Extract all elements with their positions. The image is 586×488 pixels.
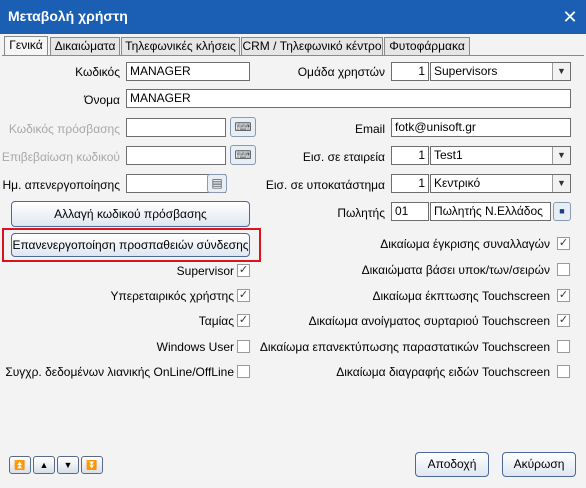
window-title: Μεταβολή χρήστη xyxy=(8,8,128,24)
name-label: Όνομα xyxy=(84,93,120,107)
touchscreen-discount-label: Δικαίωμα έκπτωσης Touchscreen xyxy=(372,289,551,303)
touchscreen-reprint-label: Δικαίωμα επανεκτύπωσης παραστατικών Touc… xyxy=(259,340,550,354)
password-input[interactable] xyxy=(126,118,226,137)
cancel-button[interactable]: Ακύρωση xyxy=(502,452,576,477)
branch-label: Εισ. σε υποκατάστημα xyxy=(265,178,385,192)
super-company-user-label: Υπερεταιρικός χρήστης xyxy=(110,289,234,303)
branch-series-rights-label: Δικαιώματα βάσει υποκ/των/σειρών xyxy=(361,263,550,277)
approve-transactions-label: Δικαίωμα έγκρισης συναλλαγών xyxy=(380,237,550,251)
approve-transactions-checkbox[interactable]: ✓ xyxy=(557,237,570,250)
accept-button[interactable]: Αποδοχή xyxy=(415,452,489,477)
chevron-down-icon[interactable]: ▼ xyxy=(552,63,570,80)
tab-panel-border xyxy=(2,55,584,56)
branch-series-rights-checkbox[interactable] xyxy=(557,263,570,276)
keyboard-icon[interactable]: ⌨ xyxy=(230,145,256,165)
code-input[interactable]: MANAGER xyxy=(126,62,250,81)
deactivation-date-label: Ημ. απενεργοποίησης xyxy=(2,178,120,192)
company-label: Εισ. σε εταιρεία xyxy=(302,150,385,164)
last-record-icon[interactable]: ⏬ xyxy=(81,456,103,474)
email-label: Email xyxy=(354,122,385,136)
seller-name[interactable]: Πωλητής Ν.Ελλάδος xyxy=(430,202,551,221)
touchscreen-delete-items-label: Δικαίωμα διαγραφής ειδών Touchscreen xyxy=(336,365,550,379)
password-label: Κωδικός πρόσβασης xyxy=(8,122,120,136)
calendar-icon[interactable]: ▤ xyxy=(207,174,227,193)
company-value: Test1 xyxy=(434,148,463,162)
change-password-button[interactable]: Αλλαγή κωδικού πρόσβασης xyxy=(11,201,250,227)
touchscreen-drawer-checkbox[interactable]: ✓ xyxy=(557,314,570,327)
previous-record-icon[interactable]: ▲ xyxy=(33,456,55,474)
tab-pesticides[interactable]: Φυτοφάρμακα xyxy=(384,37,470,55)
retail-sync-checkbox[interactable] xyxy=(237,365,250,378)
chevron-down-icon[interactable]: ▼ xyxy=(552,147,570,164)
user-edit-window: Μεταβολή χρήστη ✕ Γενικά Δικαιώματα Τηλε… xyxy=(0,0,586,488)
chevron-down-icon[interactable]: ▼ xyxy=(552,175,570,192)
touchscreen-drawer-label: Δικαίωμα ανοίγματος συρταριού Touchscree… xyxy=(308,314,550,328)
tab-crm[interactable]: CRM / Τηλεφωνικό κέντρο xyxy=(241,37,383,55)
tab-permissions[interactable]: Δικαιώματα xyxy=(50,37,120,55)
user-group-select[interactable]: Supervisors ▼ xyxy=(430,62,571,81)
company-select[interactable]: Test1 ▼ xyxy=(430,146,571,165)
tab-general[interactable]: Γενικά xyxy=(4,36,48,55)
windows-user-checkbox[interactable] xyxy=(237,340,250,353)
windows-user-label: Windows User xyxy=(156,340,234,354)
code-label: Κωδικός xyxy=(75,65,120,79)
seller-label: Πωλητής xyxy=(337,206,385,220)
retail-sync-label: Συγχρ. δεδομένων λιανικής OnLine/OffLine xyxy=(5,365,234,379)
reactivate-login-attempts-button[interactable]: Επανενεργοποίηση προσπαθειών σύνδεσης xyxy=(11,233,250,257)
branch-code[interactable]: 1 xyxy=(391,174,429,193)
supervisor-checkbox[interactable]: ✓ xyxy=(237,264,250,277)
email-input[interactable]: fotk@unisoft.gr xyxy=(391,118,571,137)
user-group-value: Supervisors xyxy=(434,64,498,78)
name-input[interactable]: MANAGER xyxy=(126,89,571,108)
user-group-label: Ομάδα χρηστών xyxy=(297,65,385,79)
confirm-password-input[interactable] xyxy=(126,146,226,165)
seller-lookup-icon[interactable]: ■ xyxy=(553,202,571,221)
confirm-password-label: Επιβεβαίωση κωδικού xyxy=(1,150,120,164)
company-code[interactable]: 1 xyxy=(391,146,429,165)
tab-phone-calls[interactable]: Τηλεφωνικές κλήσεις xyxy=(121,37,240,55)
first-record-icon[interactable]: ⏫ xyxy=(9,456,31,474)
next-record-icon[interactable]: ▼ xyxy=(57,456,79,474)
title-bar: Μεταβολή χρήστη ✕ xyxy=(0,0,586,34)
close-icon[interactable]: ✕ xyxy=(560,7,580,27)
keyboard-icon[interactable]: ⌨ xyxy=(230,117,256,137)
touchscreen-discount-checkbox[interactable]: ✓ xyxy=(557,289,570,302)
touchscreen-reprint-checkbox[interactable] xyxy=(557,340,570,353)
branch-select[interactable]: Κεντρικό ▼ xyxy=(430,174,571,193)
seller-code[interactable]: 01 xyxy=(391,202,429,221)
cashier-checkbox[interactable]: ✓ xyxy=(237,314,250,327)
cashier-label: Ταμίας xyxy=(198,314,234,328)
supervisor-label: Supervisor xyxy=(176,264,234,278)
touchscreen-delete-items-checkbox[interactable] xyxy=(557,365,570,378)
super-company-user-checkbox[interactable]: ✓ xyxy=(237,289,250,302)
branch-value: Κεντρικό xyxy=(434,176,481,190)
user-group-code[interactable]: 1 xyxy=(391,62,429,81)
